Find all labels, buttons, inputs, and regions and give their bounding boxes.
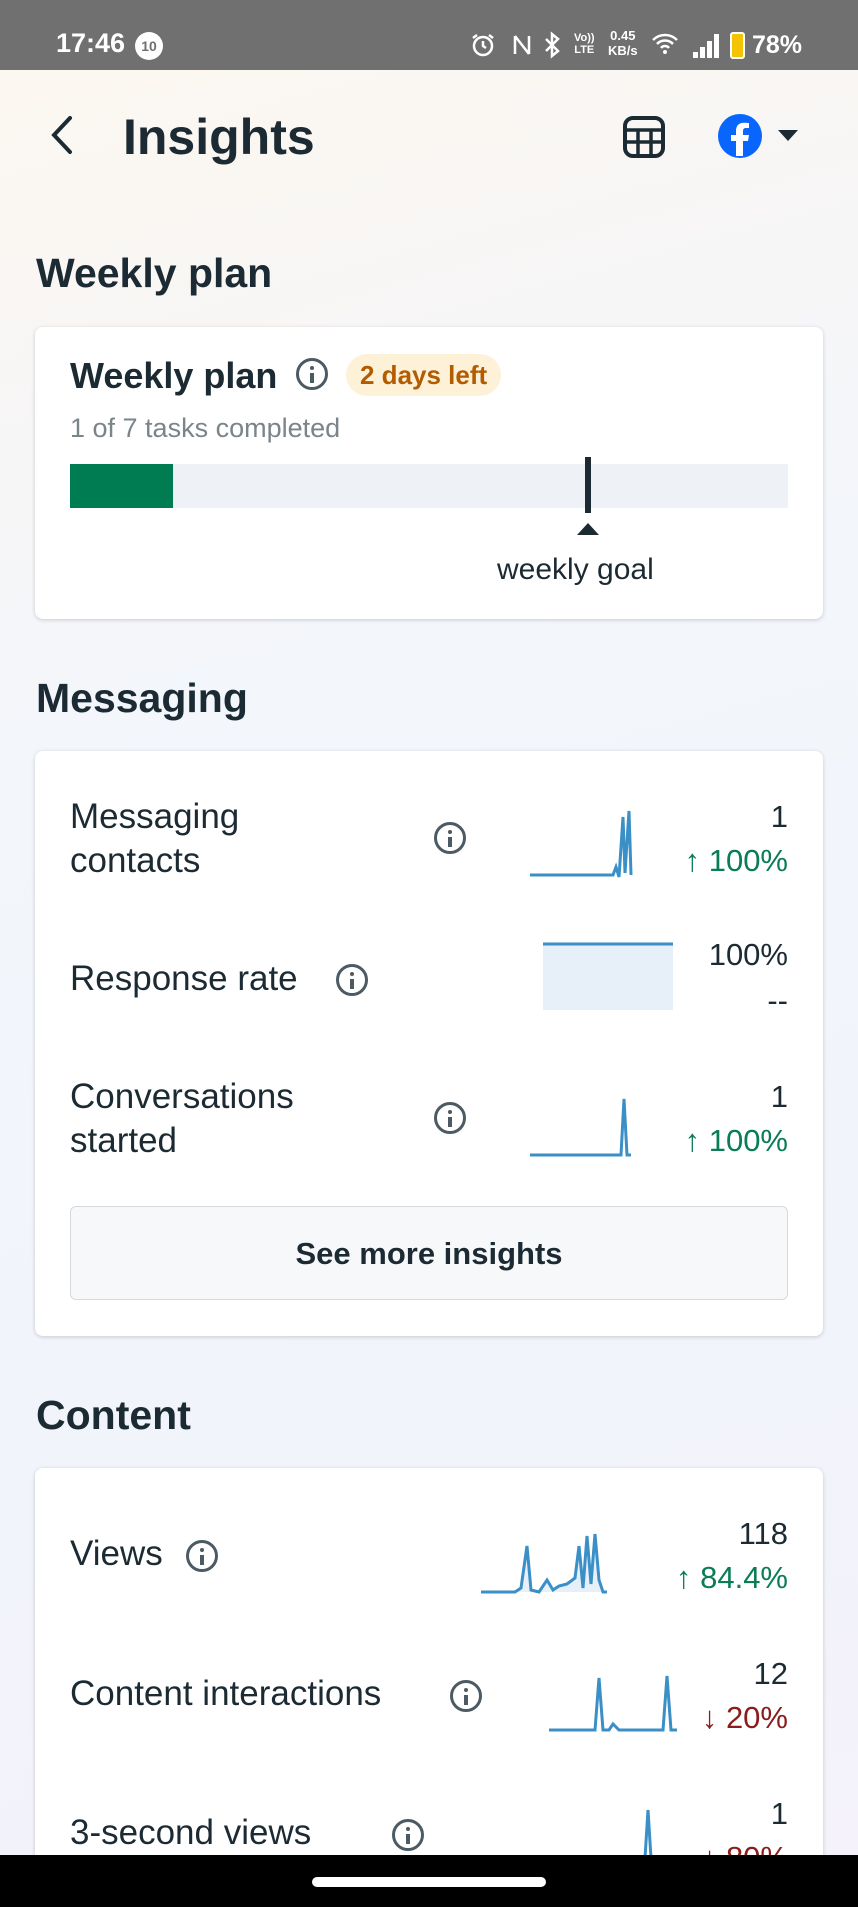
sparkline-content-interactions [549,1675,677,1732]
metric-change-views: ↑ 84.4% [675,1560,788,1595]
alarm-icon [472,34,494,57]
metric-value-conversations-started: 1 [770,1079,788,1114]
metric-label-content-interactions: Content interactions [70,1674,382,1713]
notification-count-badge: 10 [135,32,163,60]
weekly-goal-pointer-icon [577,523,599,535]
battery-percent: 78% [752,31,803,59]
info-icon[interactable] [434,822,466,854]
caret-down-icon [778,130,798,141]
bluetooth-icon [545,31,560,59]
days-left-badge: 2 days left [346,354,502,396]
metric-change-content-interactions: ↓ 20% [701,1700,788,1735]
weekly-goal-label: weekly goal [497,553,654,586]
sparkline-messaging-contacts [530,810,633,878]
sparkline-views [481,1533,607,1594]
sparkline-3-second-views [643,1809,653,1858]
metric-value-views: 118 [738,1516,788,1551]
metric-value-3-second-views: 1 [770,1796,788,1831]
page-title: Insights [123,109,315,165]
weekly-goal-marker [585,457,591,513]
battery-icon [730,32,745,59]
metric-value-content-interactions: 12 [753,1656,788,1691]
signal-icon [693,34,721,58]
metric-value-messaging-contacts: 1 [770,799,788,834]
weekly-plan-card[interactable]: Weekly plan 2 days left 1 of 7 tasks com… [35,327,823,619]
metric-label-response-rate: Response rate [70,959,298,998]
facebook-icon [718,114,762,158]
volte-indicator: Vo)) LTE [574,32,595,56]
section-heading-weekly-plan: Weekly plan [36,250,273,296]
status-time: 17:46 [56,28,126,58]
info-icon[interactable] [336,964,368,996]
weekly-progress-bar [70,464,788,508]
info-icon[interactable] [434,1102,466,1134]
account-switcher[interactable] [716,112,806,162]
status-bar: 17:46 10 Vo)) LTE 0.45 KB/s 78% [0,0,858,70]
nfc-icon [513,35,531,55]
content-card: Views 118 ↑ 84.4% Content interactions 1… [35,1468,823,1888]
network-speed: 0.45 KB/s [608,28,638,58]
metric-label-3-second-views: 3-second views [70,1813,312,1852]
info-icon[interactable] [450,1680,482,1712]
metric-label-conversations-started: Conversations started [70,1077,294,1160]
wifi-icon [652,33,678,54]
home-gesture-handle[interactable] [312,1877,546,1887]
metric-value-response-rate: 100% [708,937,788,972]
table-icon[interactable] [622,115,666,159]
tasks-completed-text: 1 of 7 tasks completed [70,413,341,443]
back-arrow-icon[interactable] [48,110,78,160]
metric-change-response-rate: -- [767,983,788,1018]
info-icon[interactable] [392,1819,424,1851]
metric-label-views: Views [70,1534,163,1573]
info-icon[interactable] [186,1540,218,1572]
section-heading-messaging: Messaging [36,675,248,721]
metric-change-messaging-contacts: ↑ 100% [684,843,788,878]
see-more-insights-button[interactable]: See more insights [70,1206,788,1300]
weekly-plan-card-title: Weekly plan [70,355,278,396]
messaging-card: Messaging contacts 1 ↑ 100% Response rate… [35,751,823,1336]
info-icon[interactable] [296,358,328,390]
weekly-progress-fill [70,464,173,508]
metric-change-conversations-started: ↑ 100% [684,1123,788,1158]
section-heading-content: Content [36,1392,191,1438]
metric-label-messaging-contacts: Messaging contacts [70,797,240,880]
sparkline-response-rate [543,942,673,1010]
sparkline-conversations-started [530,1098,631,1157]
